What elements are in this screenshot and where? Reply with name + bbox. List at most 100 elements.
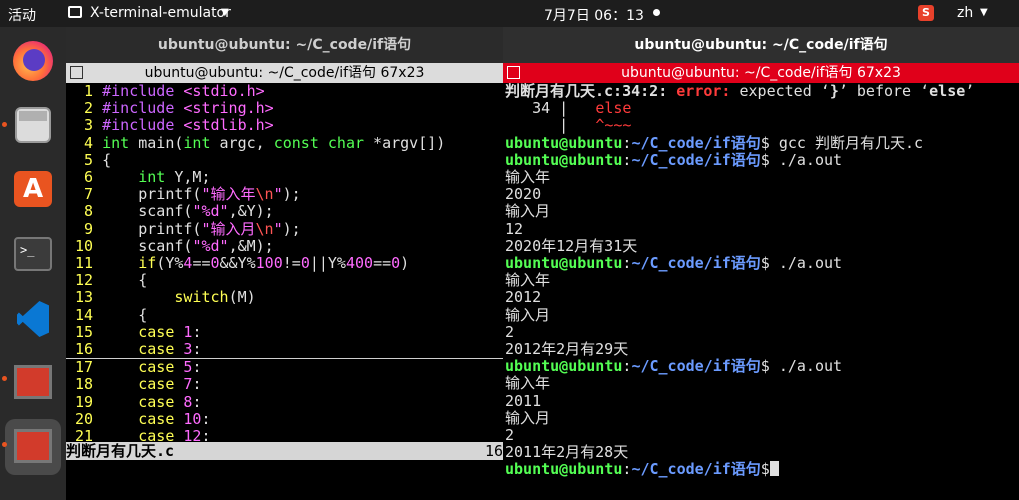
code-line: 5 { — [66, 150, 503, 169]
code-line: 4 int main(int argc, const char *argv[]) — [66, 133, 503, 152]
code-token: : — [192, 322, 202, 341]
code-token: : — [192, 358, 202, 377]
code-token: "输入年 — [201, 185, 256, 204]
code-token: "%d" — [192, 202, 229, 221]
terminal-token: ubuntu@ubuntu — [505, 460, 623, 479]
running-indicator — [2, 376, 7, 381]
code-token: != — [282, 254, 301, 273]
clock[interactable]: 7月7日 06：13 — [544, 5, 644, 25]
code-token: case — [138, 322, 175, 341]
left-terminal-window[interactable]: ubuntu@ubuntu: ~/C_code/if语句 ubuntu@ubun… — [66, 27, 503, 500]
code-token: main( — [129, 133, 184, 152]
right-terminal-window[interactable]: ubuntu@ubuntu: ~/C_code/if语句 ubuntu@ubun… — [503, 27, 1019, 500]
files-icon[interactable] — [5, 97, 61, 153]
terminal-app-icon — [68, 6, 82, 18]
xterm-menu-icon[interactable] — [70, 66, 83, 79]
terminal-icon[interactable]: >_ — [5, 227, 61, 283]
code-token: { — [102, 305, 148, 324]
code-token: (Y% — [156, 254, 184, 273]
chevron-down-icon[interactable]: ▼ — [980, 7, 988, 18]
code-token: 400 — [345, 254, 374, 273]
terminal-token: ~/C_code/if语句 — [631, 133, 761, 152]
language-indicator[interactable]: zh — [957, 5, 973, 21]
chevron-down-icon[interactable]: ▼ — [221, 7, 229, 18]
line-number: 1 — [66, 82, 103, 100]
code-token: *argv[]) — [364, 133, 446, 152]
firefox-icon[interactable] — [5, 33, 61, 89]
xterm-icon[interactable] — [5, 355, 61, 411]
terminal-output[interactable]: 判断月有几天.c:34:2: error: expected ‘}’ befor… — [505, 82, 1019, 479]
code-token: 0 — [210, 254, 220, 273]
terminal-line: 2011 — [505, 391, 1019, 410]
line-number: 6 — [66, 168, 103, 187]
command-line[interactable] — [66, 460, 503, 500]
xterm-icon-active[interactable] — [5, 419, 61, 475]
code-line: 7 printf("输入年\n"); — [66, 186, 503, 203]
code-token: " — [273, 219, 283, 238]
code-token: "输入月 — [201, 219, 256, 238]
line-number: 11 — [66, 254, 103, 273]
code-line: 15 case 1: — [66, 322, 503, 341]
line-number: 12 — [66, 271, 103, 290]
code-token: (M) — [228, 288, 256, 307]
code-token: ,&M); — [228, 236, 274, 255]
code-token: { — [102, 150, 112, 169]
terminal-line: 2020 — [505, 186, 1019, 203]
vim-status-bar: 判断月有几天.c 16 — [66, 442, 503, 460]
code-token: 10 — [183, 409, 202, 428]
code-token: scanf( — [102, 202, 193, 221]
terminal-token: ’ — [965, 82, 975, 100]
code-token: int — [138, 168, 166, 187]
terminal-token: ~/C_code/if语句 — [631, 150, 761, 169]
xterm-title: ubuntu@ubuntu: ~/C_code/if语句 67x23 — [621, 65, 901, 81]
dock: A >_ — [0, 27, 66, 500]
terminal-token: } — [829, 82, 839, 100]
terminal-token: ^~~~ — [595, 116, 632, 135]
terminal-line: 2020年12月有31天 — [505, 237, 1019, 255]
code-token: ) — [400, 254, 410, 273]
code-token: int — [102, 133, 130, 152]
code-line: 9 printf("输入月\n"); — [66, 219, 503, 238]
terminal-line: 2012年2月有29天 — [505, 340, 1019, 358]
code-line: 2 #include <string.h> — [66, 100, 503, 117]
terminal-token: 输入年 — [505, 374, 551, 393]
terminal-line: 输入年 — [505, 375, 1019, 392]
xterm-menu-icon[interactable] — [507, 66, 520, 79]
software-store-icon[interactable]: A — [5, 161, 61, 217]
code-token: <string.h> — [183, 99, 274, 118]
code-token: if — [138, 254, 157, 273]
cursor — [769, 461, 779, 477]
xterm-title-bar[interactable]: ubuntu@ubuntu: ~/C_code/if语句 67x23 — [503, 63, 1019, 83]
activities-button[interactable]: 活动 — [8, 5, 36, 25]
line-number: 19 — [66, 392, 103, 411]
line-number: 5 — [66, 150, 103, 169]
code-token: case — [138, 392, 175, 411]
code-editor[interactable]: 1 #include <stdio.h> 2 #include <string.… — [66, 82, 503, 445]
window-title[interactable]: ubuntu@ubuntu: ~/C_code/if语句 — [66, 27, 503, 63]
app-menu[interactable]: X-terminal-emulator — [90, 5, 231, 21]
terminal-token: 2011 — [505, 391, 542, 410]
vscode-icon[interactable] — [5, 291, 61, 347]
terminal-line: 输入月 — [505, 306, 1019, 324]
terminal-token: else — [929, 82, 966, 100]
terminal-token: ~/C_code/if语句 — [631, 357, 761, 376]
line-number: 13 — [66, 288, 103, 307]
code-token: : — [192, 392, 202, 411]
line-number: 17 — [66, 358, 103, 377]
code-line: 12 { — [66, 272, 503, 289]
line-number: 8 — [66, 202, 103, 221]
line-number: 14 — [66, 305, 103, 324]
top-bar: 活动 X-terminal-emulator ▼ 7月7日 06：13 S zh… — [0, 0, 1019, 27]
window-title[interactable]: ubuntu@ubuntu: ~/C_code/if语句 — [503, 27, 1019, 63]
code-line: 8 scanf("%d",&Y); — [66, 203, 503, 220]
code-token: : — [192, 340, 202, 359]
xterm-title-bar[interactable]: ubuntu@ubuntu: ~/C_code/if语句 67x23 — [66, 63, 503, 83]
sogou-input-icon[interactable]: S — [918, 5, 934, 21]
terminal-token: 2020 — [505, 185, 542, 204]
terminal-token: ubuntu@ubuntu — [505, 133, 623, 152]
terminal-token: ubuntu@ubuntu — [505, 357, 623, 376]
